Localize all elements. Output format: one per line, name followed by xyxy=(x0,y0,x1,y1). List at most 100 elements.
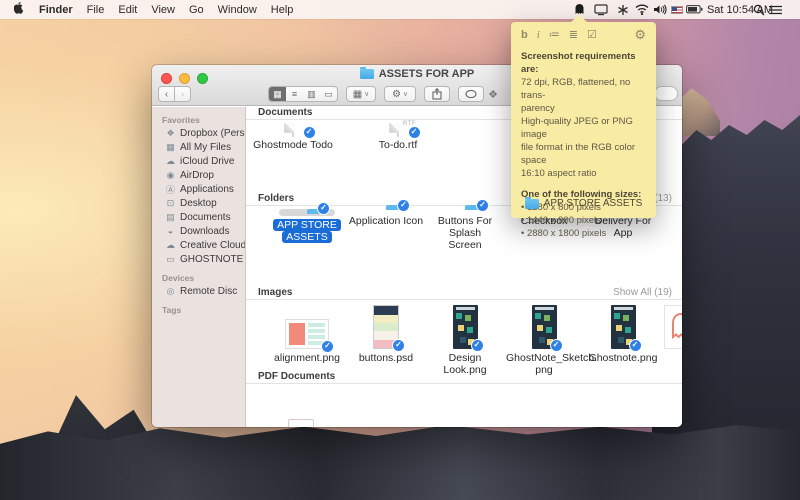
folder-label: Application Icon xyxy=(348,215,424,227)
section-title: Folders xyxy=(258,193,294,205)
search-field[interactable] xyxy=(654,86,678,101)
window-title: ASSETS FOR APP xyxy=(379,68,475,80)
folder-item-buttons-for-splash[interactable]: ✓ Buttons For SplashScreen xyxy=(427,209,503,251)
image-thumbnail: ✓ xyxy=(285,319,329,349)
menu-bar: Finder File Edit View Go Window Help xyxy=(0,0,800,19)
folder-item-application-icon[interactable]: ✓ Application Icon xyxy=(348,209,424,227)
sidebar-item-icloud-drive[interactable]: ☁iCloud Drive xyxy=(152,154,245,168)
share-button[interactable] xyxy=(424,86,450,102)
action-gear-button[interactable]: ⚙∨ xyxy=(384,86,416,102)
sidebar-item-applications[interactable]: ⒶApplications xyxy=(152,182,245,196)
image-item-partial[interactable] xyxy=(664,305,682,349)
sync-badge: ✓ xyxy=(317,202,330,215)
arrange-button[interactable]: ▦∨ xyxy=(346,86,376,102)
sidebar-favorites-header: Favorites xyxy=(152,114,245,126)
menu-file[interactable]: File xyxy=(87,4,105,16)
sync-badge: ✓ xyxy=(408,126,421,139)
bullet-list-icon[interactable]: ≔ xyxy=(549,28,560,41)
note-line: parency xyxy=(521,102,646,115)
fan-menubar-icon[interactable] xyxy=(615,0,631,19)
show-all-images-link[interactable]: Show All (19) xyxy=(613,287,672,299)
image-label: Ghostnote.png xyxy=(585,352,661,364)
section-pdf-documents: PDF Documents xyxy=(246,371,682,427)
downloads-icon: ◒ xyxy=(165,226,176,236)
checkbox-list-icon[interactable]: ☑ xyxy=(587,28,597,41)
display-menubar-icon[interactable] xyxy=(593,0,609,19)
sidebar: Favorites ❖Dropbox (Personal) ▦All My Fi… xyxy=(152,107,246,427)
icloud-drive-icon: ☁ xyxy=(165,156,176,167)
sidebar-item-documents[interactable]: ▤Documents xyxy=(152,210,245,224)
sync-badge: ✓ xyxy=(397,199,410,212)
sidebar-item-dropbox[interactable]: ❖Dropbox (Personal) xyxy=(152,126,245,140)
file-todo-rtf[interactable]: RTF ✓ To-do.rtf xyxy=(353,124,443,151)
sidebar-devices-header: Devices xyxy=(152,272,245,284)
apple-menu-icon[interactable] xyxy=(14,2,25,18)
file-label: Ghostmode Todo xyxy=(248,139,338,151)
sidebar-item-downloads[interactable]: ◒Downloads xyxy=(152,224,245,238)
document-icon: ✓ xyxy=(277,124,310,136)
ghost-artwork-thumbnail xyxy=(664,305,682,349)
airdrop-icon: ◉ xyxy=(165,170,176,181)
documents-icon: ▤ xyxy=(165,212,176,223)
menu-go[interactable]: Go xyxy=(189,4,204,16)
sync-badge: ✓ xyxy=(629,339,642,352)
sidebar-item-remote-disc[interactable]: ◎Remote Disc xyxy=(152,284,245,298)
sidebar-item-ghostnote[interactable]: ▭GHOSTNOTE xyxy=(152,252,245,266)
sidebar-item-creative-cloud[interactable]: ☁Creative Cloud Files xyxy=(152,238,245,252)
image-item-ghostnote-sketch[interactable]: ✓ GhostNote_Sketch.png xyxy=(506,305,582,376)
tags-button[interactable] xyxy=(458,86,484,102)
sidebar-item-desktop[interactable]: ⊡Desktop xyxy=(152,196,245,210)
dash-list-icon[interactable]: ≣ xyxy=(569,28,578,41)
menu-finder[interactable]: Finder xyxy=(39,4,73,16)
sidebar-item-airdrop[interactable]: ◉AirDrop xyxy=(152,168,245,182)
forward-button[interactable]: › xyxy=(174,86,191,102)
pdf-file-partial-icon[interactable] xyxy=(288,419,314,427)
note-line: 72 dpi, RGB, flattened, no trans- xyxy=(521,76,646,102)
image-item-ghostnote-png[interactable]: ✓ Ghostnote.png xyxy=(585,305,661,364)
image-thumbnail: ✓ xyxy=(532,305,557,349)
image-item-design-look[interactable]: ✓ Design Look.png xyxy=(427,305,503,376)
menu-window[interactable]: Window xyxy=(218,4,257,16)
spotlight-search-icon[interactable] xyxy=(752,0,766,19)
attachment-folder-icon xyxy=(525,199,539,209)
coverflow-view-button[interactable]: ▭ xyxy=(320,87,337,101)
section-title: Documents xyxy=(258,107,312,119)
image-label-line1: GhostNote_Sketch. xyxy=(506,352,597,364)
dropbox-toolbar-icon[interactable]: ❖ xyxy=(482,86,504,102)
column-view-button[interactable]: ▥ xyxy=(303,87,320,101)
list-view-button[interactable]: ≡ xyxy=(286,87,303,101)
back-button[interactable]: ‹ xyxy=(158,86,175,102)
battery-menubar-icon[interactable] xyxy=(685,0,703,19)
note-text-area[interactable]: Screenshot requirements are: 72 dpi, RGB… xyxy=(511,47,656,240)
menu-help[interactable]: Help xyxy=(271,4,294,16)
note-line: Screenshot requirements are: xyxy=(521,50,646,76)
section-title: PDF Documents xyxy=(258,371,335,383)
bold-icon[interactable]: b xyxy=(521,29,528,41)
file-ghostmode-todo[interactable]: ✓ Ghostmode Todo xyxy=(248,124,338,151)
image-thumbnail: ✓ xyxy=(453,305,478,349)
dropbox-icon: ❖ xyxy=(165,128,176,139)
volume-menubar-icon[interactable] xyxy=(652,0,668,19)
image-item-buttons-psd[interactable]: ✓ buttons.psd xyxy=(348,305,424,364)
menu-view[interactable]: View xyxy=(151,4,175,16)
image-item-alignment[interactable]: ✓ alignment.png xyxy=(269,305,345,364)
image-thumbnail: ✓ xyxy=(611,305,636,349)
sync-badge: ✓ xyxy=(550,339,563,352)
note-format-toolbar: b i ≔ ≣ ☑ ⚙ xyxy=(511,22,656,47)
input-language-flag-icon[interactable] xyxy=(670,0,683,19)
gear-icon[interactable]: ⚙ xyxy=(634,27,646,43)
icon-view-button[interactable]: ▦ xyxy=(269,87,286,101)
italic-icon[interactable]: i xyxy=(537,29,540,41)
menu-edit[interactable]: Edit xyxy=(118,4,137,16)
wifi-menubar-icon[interactable] xyxy=(634,0,650,19)
folder-item-app-store-assets-selected[interactable]: ✓ APP STOREASSETS xyxy=(269,209,345,243)
ghostnote-popover: b i ≔ ≣ ☑ ⚙ Screenshot requirements are:… xyxy=(511,22,656,218)
notification-center-icon[interactable] xyxy=(768,0,782,19)
folder-label-line2: Screen xyxy=(448,239,481,251)
creative-cloud-icon: ☁ xyxy=(165,240,176,251)
note-attachment[interactable]: APP STORE ASSETS xyxy=(511,198,656,209)
sidebar-item-all-my-files[interactable]: ▦All My Files xyxy=(152,140,245,154)
remote-disc-icon: ◎ xyxy=(165,286,176,297)
view-mode-control: ▦ ≡ ▥ ▭ xyxy=(268,86,338,102)
all-my-files-icon: ▦ xyxy=(165,142,176,153)
